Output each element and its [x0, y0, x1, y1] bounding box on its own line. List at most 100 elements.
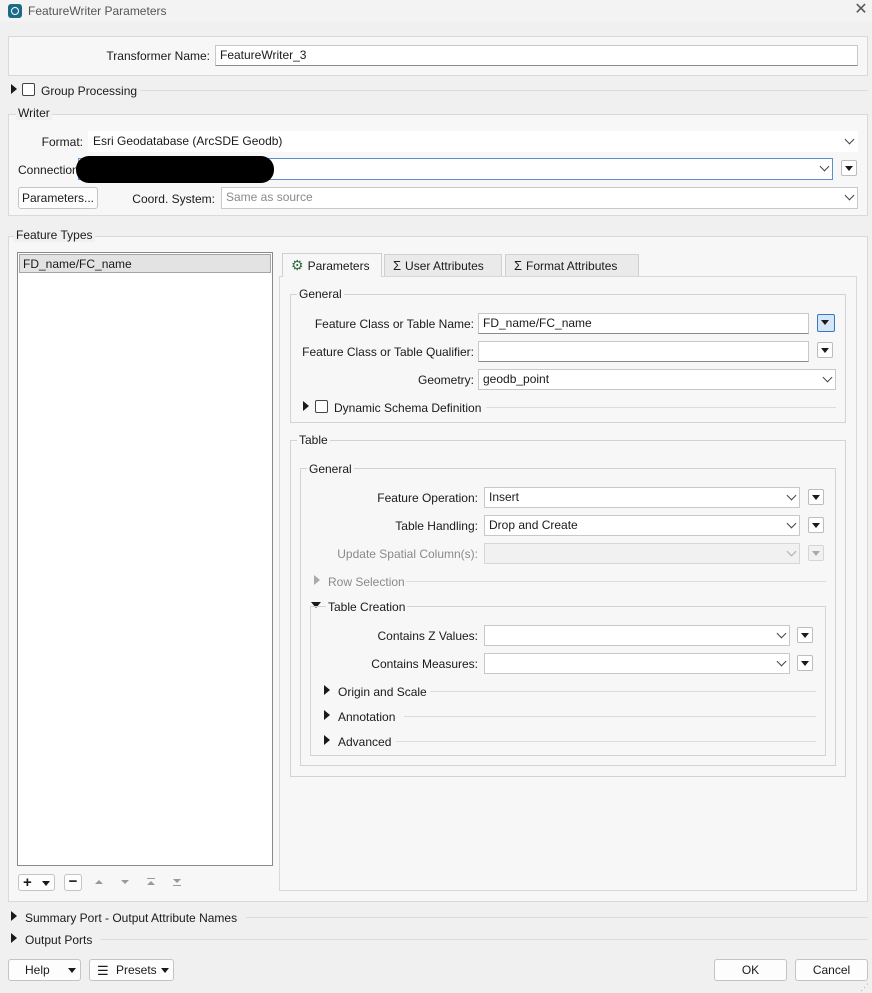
table-handling-menu-button[interactable]	[808, 517, 824, 533]
cancel-button[interactable]: Cancel	[795, 959, 868, 981]
contains-z-label: Contains Z Values:	[377, 629, 479, 643]
coord-system-value: Same as source	[226, 190, 313, 204]
writer-parameters-button[interactable]: Parameters...	[18, 187, 98, 209]
geometry-select[interactable]: geodb_point	[478, 369, 836, 390]
tab-format-attributes[interactable]: Σ Format Attributes	[505, 254, 639, 277]
feature-operation-select[interactable]: Insert	[484, 487, 800, 508]
list-item[interactable]: FD_name/FC_name	[19, 254, 271, 273]
chevron-down-icon	[786, 490, 797, 501]
feature-operation-label: Feature Operation:	[377, 491, 478, 505]
bar-icon	[147, 878, 155, 879]
update-spatial-menu-button	[808, 545, 824, 561]
window-title: FeatureWriter Parameters	[28, 4, 167, 18]
dynamic-schema-label: Dynamic Schema Definition	[334, 401, 482, 415]
move-bottom-button[interactable]	[168, 874, 186, 891]
feature-operation-value: Insert	[489, 490, 520, 504]
resize-grip-icon[interactable]: ⋰	[860, 982, 870, 992]
add-feature-type-button[interactable]: +	[18, 874, 55, 891]
fc-name-field[interactable]: FD_name/FC_name	[478, 313, 809, 334]
table-handling-select[interactable]: Drop and Create	[484, 515, 800, 536]
dynamic-schema-checkbox[interactable]	[315, 400, 328, 413]
divider	[246, 917, 868, 918]
remove-feature-type-button[interactable]: −	[64, 874, 82, 891]
group-processing-expand-icon[interactable]	[11, 84, 17, 94]
redaction-mark	[76, 156, 274, 183]
chevron-down-icon	[786, 518, 797, 529]
advanced-expand-icon[interactable]	[324, 735, 330, 745]
format-value: Esri Geodatabase (ArcSDE Geodb)	[93, 134, 283, 148]
move-top-button[interactable]	[142, 874, 160, 891]
transformer-name-field[interactable]: FeatureWriter_3	[215, 45, 858, 66]
coord-system-select[interactable]: Same as source	[221, 187, 858, 209]
group-processing-checkbox[interactable]	[22, 83, 35, 96]
row-selection-expand-icon[interactable]	[314, 575, 320, 585]
divider	[396, 741, 816, 742]
sigma-icon: Σ	[393, 258, 402, 273]
tab-parameters-label: Parameters	[307, 259, 370, 273]
dynamic-schema-expand-icon[interactable]	[303, 401, 309, 411]
chevron-down-icon	[776, 628, 787, 639]
tab-user-attributes[interactable]: Σ User Attributes	[384, 254, 502, 277]
divider	[430, 691, 816, 692]
update-spatial-select	[484, 543, 800, 564]
table-handling-value: Drop and Create	[489, 518, 578, 532]
tab-parameters[interactable]: ⚙ Parameters	[282, 253, 382, 277]
summary-port-label: Summary Port - Output Attribute Names	[25, 911, 238, 925]
annotation-expand-icon[interactable]	[324, 710, 330, 720]
summary-port-expand-icon[interactable]	[11, 911, 17, 921]
chevron-down-icon	[844, 134, 855, 145]
move-up-button[interactable]	[90, 874, 108, 891]
format-select[interactable]: Esri Geodatabase (ArcSDE Geodb)	[88, 131, 858, 152]
chevron-down-icon	[822, 372, 833, 383]
title-bar: FeatureWriter Parameters ✕	[0, 0, 872, 22]
feature-operation-menu-button[interactable]	[808, 489, 824, 505]
connection-menu-button[interactable]	[841, 160, 857, 176]
contains-measures-select[interactable]	[484, 653, 790, 674]
tab-format-attributes-label: Format Attributes	[526, 259, 618, 273]
chevron-down-icon	[819, 161, 830, 172]
output-ports-expand-icon[interactable]	[11, 933, 17, 943]
divider	[404, 716, 816, 717]
chevron-down-icon	[786, 546, 797, 557]
caret-down-icon	[68, 968, 76, 973]
help-button-label: Help	[25, 963, 50, 977]
feature-type-list[interactable]: FD_name/FC_name	[17, 252, 273, 866]
help-button[interactable]: Help	[8, 959, 81, 981]
bar-icon	[173, 885, 181, 886]
writer-title: Writer	[16, 106, 52, 120]
table-general-title: General	[307, 462, 354, 476]
qualifier-field[interactable]	[478, 341, 809, 362]
arrow-down-icon	[121, 880, 129, 884]
caret-down-icon	[42, 881, 50, 886]
divider	[486, 407, 836, 408]
advanced-label: Advanced	[338, 735, 392, 749]
app-icon	[8, 4, 22, 18]
contains-z-select[interactable]	[484, 625, 790, 646]
contains-z-menu-button[interactable]	[797, 627, 813, 643]
tab-user-attributes-label: User Attributes	[405, 259, 484, 273]
fc-name-label: Feature Class or Table Name:	[314, 317, 474, 331]
close-icon[interactable]: ✕	[853, 2, 869, 18]
coord-system-label: Coord. System:	[132, 192, 215, 206]
divider	[406, 581, 826, 582]
format-label: Format:	[41, 135, 83, 149]
presets-button[interactable]: ☰ Presets	[89, 959, 174, 981]
contains-measures-label: Contains Measures:	[371, 657, 478, 671]
sigma-icon: Σ	[514, 258, 523, 273]
transformer-name-label: Transformer Name:	[106, 49, 210, 63]
qualifier-menu-button[interactable]	[817, 342, 833, 358]
table-creation-title: Table Creation	[326, 600, 408, 614]
annotation-label: Annotation	[338, 710, 396, 724]
divider	[100, 939, 868, 940]
move-down-button[interactable]	[116, 874, 134, 891]
table-group-title: Table	[297, 433, 330, 447]
gear-icon: ⚙	[291, 257, 304, 273]
ok-button[interactable]: OK	[714, 959, 787, 981]
arrow-down-icon	[173, 879, 181, 883]
fc-name-menu-button[interactable]	[817, 314, 835, 332]
contains-measures-menu-button[interactable]	[797, 655, 813, 671]
update-spatial-label: Update Spatial Column(s):	[337, 547, 478, 561]
divider	[140, 90, 868, 91]
origin-scale-expand-icon[interactable]	[324, 685, 330, 695]
table-handling-label: Table Handling:	[395, 519, 478, 533]
